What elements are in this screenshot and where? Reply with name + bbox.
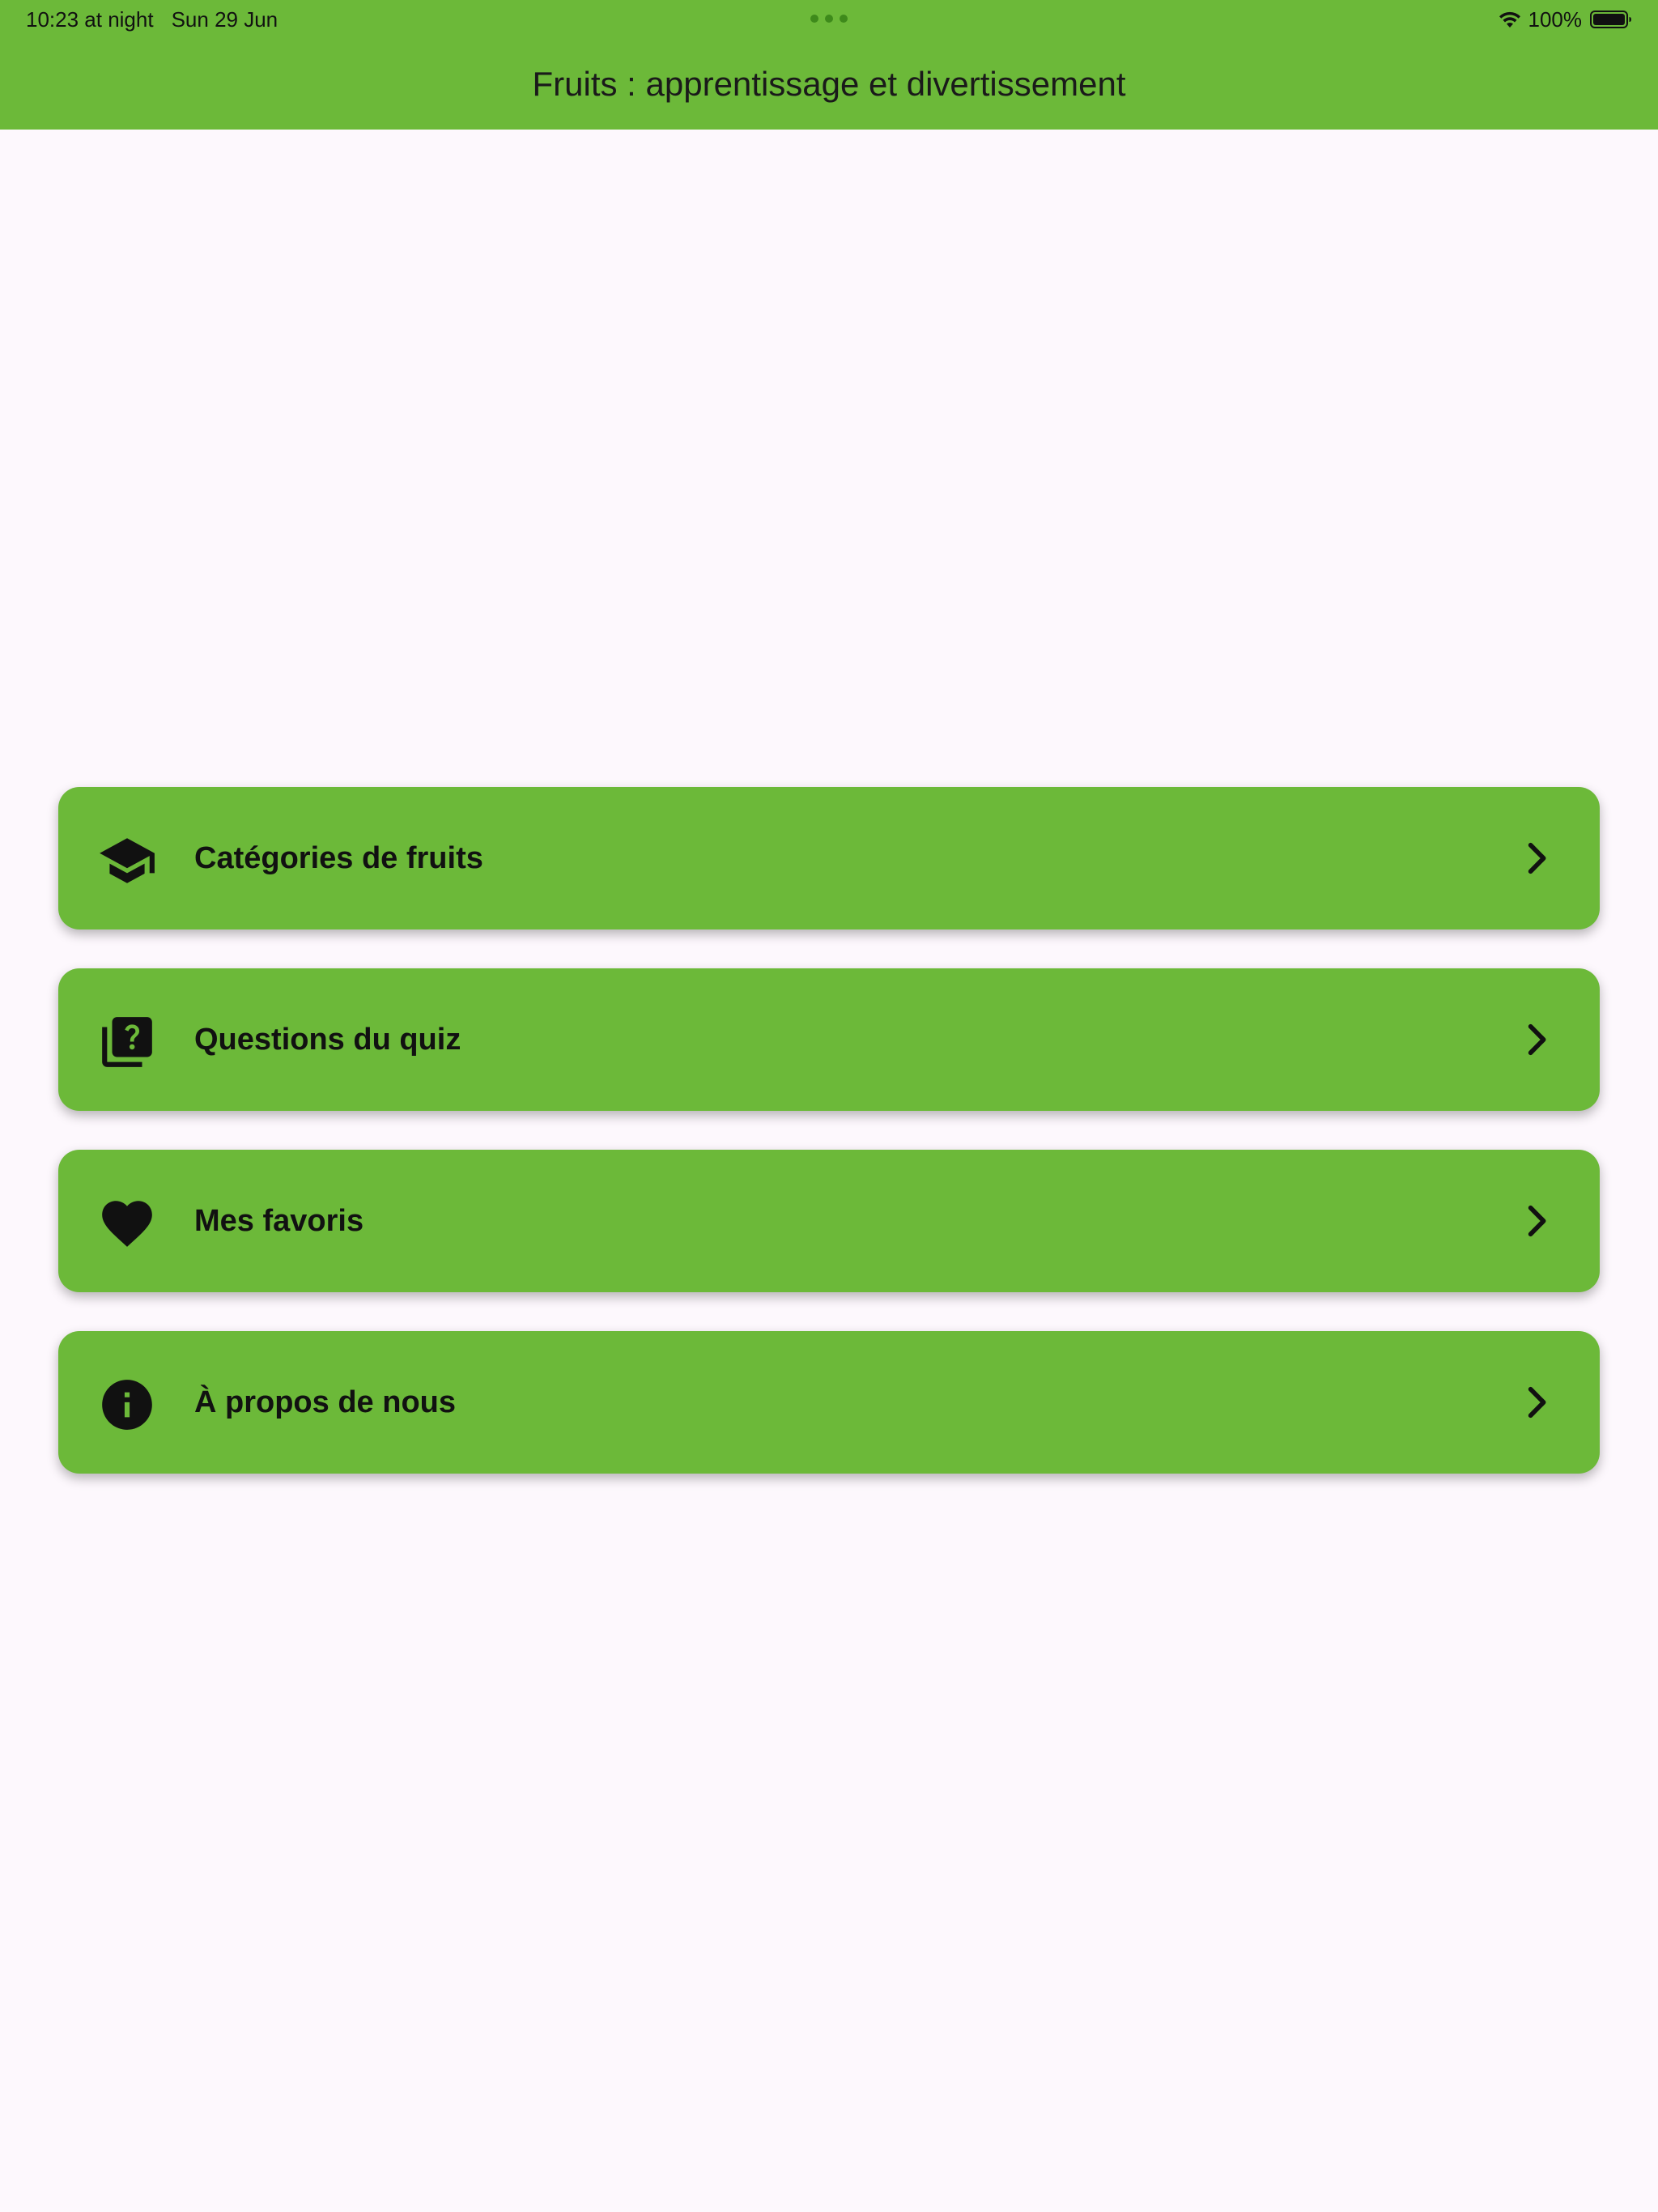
battery-icon (1590, 11, 1631, 28)
info-icon (97, 1375, 157, 1435)
main-menu: Catégories de fruits Questions du quiz M… (58, 787, 1600, 1512)
menu-item-label: Catégories de fruits (194, 841, 483, 875)
menu-item-categories[interactable]: Catégories de fruits (58, 787, 1600, 929)
battery-percentage: 100% (1528, 6, 1583, 32)
menu-item-label: Questions du quiz (194, 1023, 461, 1057)
chevron-right-icon (1528, 1023, 1546, 1056)
status-date: Sun 29 Jun (171, 7, 278, 32)
menu-item-label: Mes favoris (194, 1204, 364, 1238)
quiz-icon (97, 1012, 157, 1072)
page-title: Fruits : apprentissage et divertissement (532, 65, 1126, 103)
menu-item-quiz[interactable]: Questions du quiz (58, 968, 1600, 1111)
menu-item-about[interactable]: À propos de nous (58, 1331, 1600, 1474)
status-time: 10:23 at night (26, 7, 154, 32)
chevron-right-icon (1528, 1205, 1546, 1237)
wifi-icon (1499, 11, 1520, 28)
status-bar-indicators: 100% (1498, 5, 1633, 34)
status-bar-time: 10:23 at night Sun 29 Jun (26, 5, 278, 34)
chevron-right-icon (1528, 1386, 1546, 1419)
menu-item-label: À propos de nous (194, 1385, 456, 1419)
multitasking-dots-icon[interactable] (810, 14, 848, 23)
app-bar: 10:23 at night Sun 29 Jun 100% Fruits : a… (0, 0, 1658, 130)
graduation-cap-icon (97, 831, 157, 891)
menu-item-favorites[interactable]: Mes favoris (58, 1150, 1600, 1292)
chevron-right-icon (1528, 842, 1546, 874)
heart-icon (97, 1193, 157, 1253)
